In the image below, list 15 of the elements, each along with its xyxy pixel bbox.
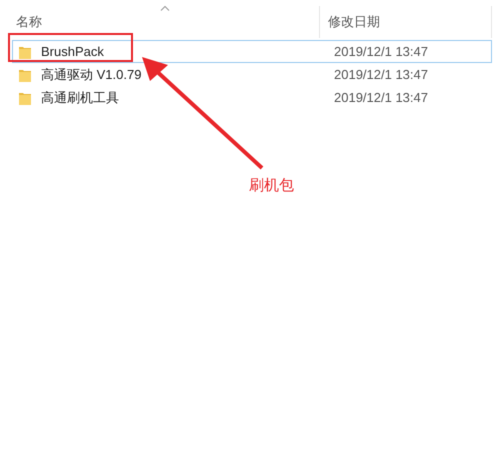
- folder-icon: [19, 90, 31, 104]
- column-header[interactable]: 修改日期: [328, 13, 380, 31]
- file-name: BrushPack: [41, 44, 104, 59]
- file-row[interactable]: 高通刷机工具 2019/12/1 13:47: [12, 86, 492, 109]
- file-name: 高通刷机工具: [41, 88, 119, 106]
- annotation-label: 刷机包: [249, 176, 294, 195]
- file-name: 高通驱动 V1.0.79: [41, 66, 142, 84]
- modified-date: 2019/12/1 13:47: [334, 44, 428, 59]
- folder-icon: [19, 68, 31, 82]
- column-header[interactable]: 名称: [16, 13, 42, 31]
- modified-date: 2019/12/1 13:47: [334, 90, 428, 105]
- file-row[interactable]: BrushPack 2019/12/1 13:47: [12, 40, 492, 63]
- file-row[interactable]: 高通驱动 V1.0.79 2019/12/1 13:47: [12, 63, 492, 86]
- folder-icon: [19, 44, 31, 58]
- modified-date: 2019/12/1 13:47: [334, 67, 428, 82]
